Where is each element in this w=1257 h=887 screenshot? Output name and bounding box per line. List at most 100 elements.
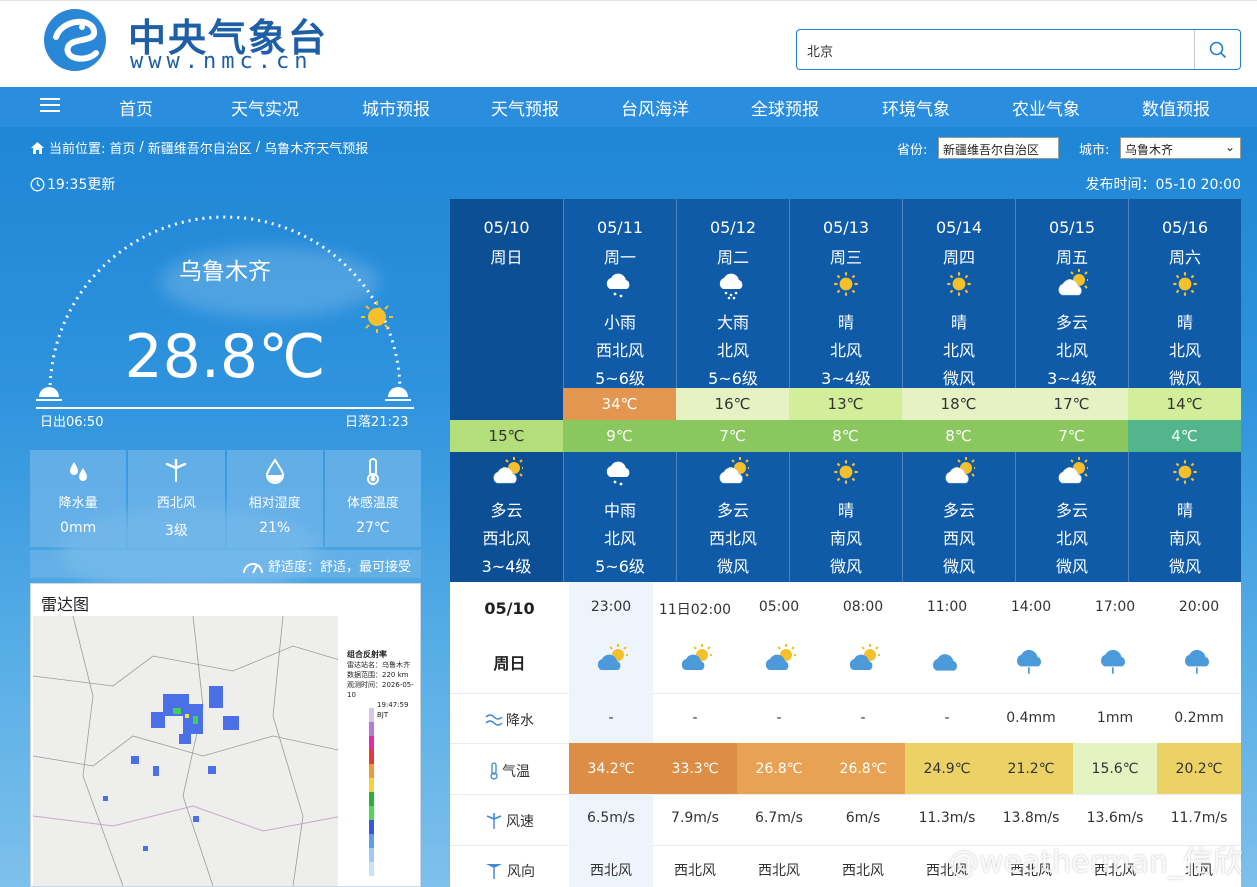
city-select[interactable]: 乌鲁木齐 ⌄ bbox=[1120, 137, 1241, 159]
hourly-slot-2[interactable]: 05:00 - 26.8℃ 6.7m/s 西北风 bbox=[737, 582, 821, 887]
night-wind: 北风 bbox=[603, 529, 636, 548]
day-wind-level: 微风 bbox=[1168, 369, 1201, 388]
night-wind-level: 微风 bbox=[942, 557, 975, 576]
cloudy-icon bbox=[905, 644, 989, 678]
search-input[interactable] bbox=[807, 38, 1187, 62]
hourly-wind-speed: 7.9m/s bbox=[671, 810, 719, 826]
day-wind: 北风 bbox=[942, 341, 975, 360]
night-wind: 南风 bbox=[829, 529, 862, 548]
forecast-high-temp: 18℃ bbox=[902, 388, 1015, 420]
night-wind: 北风 bbox=[1055, 529, 1088, 548]
day-wind-level: 3~4级 bbox=[821, 369, 871, 388]
day-weather: 多云 bbox=[1055, 313, 1088, 332]
thermometer-icon bbox=[366, 458, 379, 485]
breadcrumb-home[interactable]: 首页 bbox=[109, 138, 135, 157]
nav-typhoon[interactable]: 台风海洋 bbox=[600, 95, 710, 120]
seven-day-forecast: 05/10 周日 多云 西北风 3~4级 15℃ 05/11 周一 小雨 西北风 5~6级 中雨 北风 5… bbox=[450, 199, 1241, 582]
hourly-wind-dir: 西北风 bbox=[674, 863, 716, 879]
partly-cloudy-icon bbox=[821, 644, 905, 674]
nav-numerical[interactable]: 数值预报 bbox=[1121, 95, 1231, 120]
nav-environment[interactable]: 环境气象 bbox=[861, 95, 971, 120]
nmc-logo[interactable]: 中央气象台 www.nmc.cn bbox=[42, 5, 342, 75]
partly-cloudy-icon bbox=[1016, 456, 1128, 490]
day-wind: 北风 bbox=[1168, 341, 1201, 360]
hourly-rain: 1mm bbox=[1096, 710, 1134, 726]
wind-speed-icon bbox=[486, 813, 502, 829]
main-nav: 首页 天气实况 城市预报 天气预报 台风海洋 全球预报 环境气象 农业气象 数值… bbox=[0, 87, 1257, 127]
search-button[interactable] bbox=[1194, 30, 1240, 69]
night-weather: 中雨 bbox=[603, 501, 636, 520]
empty-icon bbox=[450, 267, 563, 301]
hourly-time: 05:00 bbox=[758, 599, 800, 615]
menu-icon[interactable] bbox=[40, 98, 60, 116]
hourly-slot-0[interactable]: 23:00 - 34.2℃ 6.5m/s 西北风 bbox=[569, 582, 653, 887]
hourly-temp: 34.2℃ bbox=[569, 743, 653, 794]
wind-turbine-icon bbox=[166, 459, 187, 482]
day-wind-level: 3~4级 bbox=[1047, 369, 1097, 388]
search-box bbox=[796, 29, 1241, 70]
day-wind-level: 5~6级 bbox=[708, 369, 758, 388]
hourly-wind-speed: 11.7m/s bbox=[1170, 810, 1228, 826]
hourly-time: 23:00 bbox=[590, 599, 632, 615]
hourly-temp: 24.9℃ bbox=[905, 743, 989, 794]
forecast-weekday: 周一 bbox=[603, 248, 636, 267]
night-weather: 多云 bbox=[490, 501, 523, 520]
sun-icon bbox=[1129, 267, 1241, 301]
partly-cloudy-icon bbox=[1016, 267, 1128, 301]
forecast-day-0[interactable]: 05/10 周日 多云 西北风 3~4级 bbox=[450, 199, 563, 582]
hourly-rain: 0.4mm bbox=[1006, 710, 1056, 726]
day-wind-level: 微风 bbox=[942, 369, 975, 388]
hourly-time: 14:00 bbox=[1010, 599, 1052, 615]
partly-cloudy-icon bbox=[677, 456, 789, 490]
updated-time: 19:35更新 bbox=[30, 174, 115, 194]
partly-cloudy-icon bbox=[903, 456, 1015, 490]
nav-weather-forecast[interactable]: 天气预报 bbox=[470, 95, 580, 120]
radar-map[interactable]: 组合反射率 雷达站名：乌鲁木齐 数据范围：220 km 观测时间：2026-05… bbox=[33, 616, 419, 886]
nav-global[interactable]: 全球预报 bbox=[730, 95, 840, 120]
hourly-slot-1[interactable]: 11日02:00 - 33.3℃ 7.9m/s 西北风 bbox=[653, 582, 737, 887]
forecast-low-temp: 15℃ bbox=[450, 420, 563, 452]
sun-icon bbox=[1129, 456, 1241, 490]
hourly-wind-dir: 西北风 bbox=[758, 863, 800, 879]
province-select[interactable]: 新疆维吾尔自治区 bbox=[938, 137, 1059, 159]
breadcrumb-province[interactable]: 新疆维吾尔自治区 bbox=[148, 138, 252, 157]
hourly-wind-dir: 西北风 bbox=[590, 863, 632, 879]
hourly-date: 05/10 bbox=[484, 599, 535, 618]
wind-speed-row-label: 风速 bbox=[450, 811, 569, 831]
nav-home[interactable]: 首页 bbox=[81, 95, 191, 120]
night-weather: 晴 bbox=[837, 501, 854, 520]
hourly-time: 08:00 bbox=[842, 599, 884, 615]
forecast-weekday: 周四 bbox=[942, 248, 975, 267]
forecast-low-temp: 8℃ bbox=[789, 420, 902, 452]
hourly-temp: 20.2℃ bbox=[1157, 743, 1241, 794]
hourly-rain: - bbox=[692, 710, 698, 726]
feels-like-tile: 体感温度 27℃ bbox=[324, 450, 421, 547]
nav-city-forecast[interactable]: 城市预报 bbox=[341, 95, 451, 120]
sunset-time: 日落21:23 bbox=[345, 415, 409, 430]
hourly-rain: - bbox=[860, 710, 866, 726]
nav-observation[interactable]: 天气实况 bbox=[210, 95, 320, 120]
rain-cloud-icon bbox=[1073, 644, 1157, 678]
hourly-temp: 21.2℃ bbox=[989, 743, 1073, 794]
city-select-value: 乌鲁木齐 bbox=[1125, 143, 1174, 157]
radar-legend-bar bbox=[369, 708, 374, 876]
forecast-weekday: 周五 bbox=[1055, 248, 1088, 267]
hourly-slot-3[interactable]: 08:00 - 26.8℃ 6m/s 西北风 bbox=[821, 582, 905, 887]
night-wind-level: 微风 bbox=[829, 557, 862, 576]
gauge-icon bbox=[242, 563, 263, 574]
sun-icon bbox=[790, 456, 902, 490]
night-wind: 西风 bbox=[942, 529, 975, 548]
forecast-low-temp: 9℃ bbox=[563, 420, 676, 452]
nav-agriculture[interactable]: 农业气象 bbox=[991, 95, 1101, 120]
forecast-low-temp: 7℃ bbox=[1015, 420, 1128, 452]
day-weather: 大雨 bbox=[716, 313, 749, 332]
forecast-weekday: 周三 bbox=[829, 248, 862, 267]
night-weather: 多云 bbox=[1055, 501, 1088, 520]
precipitation-tile: 降水量 0mm bbox=[30, 450, 127, 547]
night-weather: 晴 bbox=[1176, 501, 1193, 520]
hourly-temp: 26.8℃ bbox=[737, 743, 821, 794]
forecast-weekday: 周日 bbox=[490, 248, 523, 267]
province-label: 省份: bbox=[897, 143, 928, 158]
forecast-high-temp: 13℃ bbox=[789, 388, 902, 420]
wind-dir-row-label: 风向 bbox=[450, 861, 569, 881]
